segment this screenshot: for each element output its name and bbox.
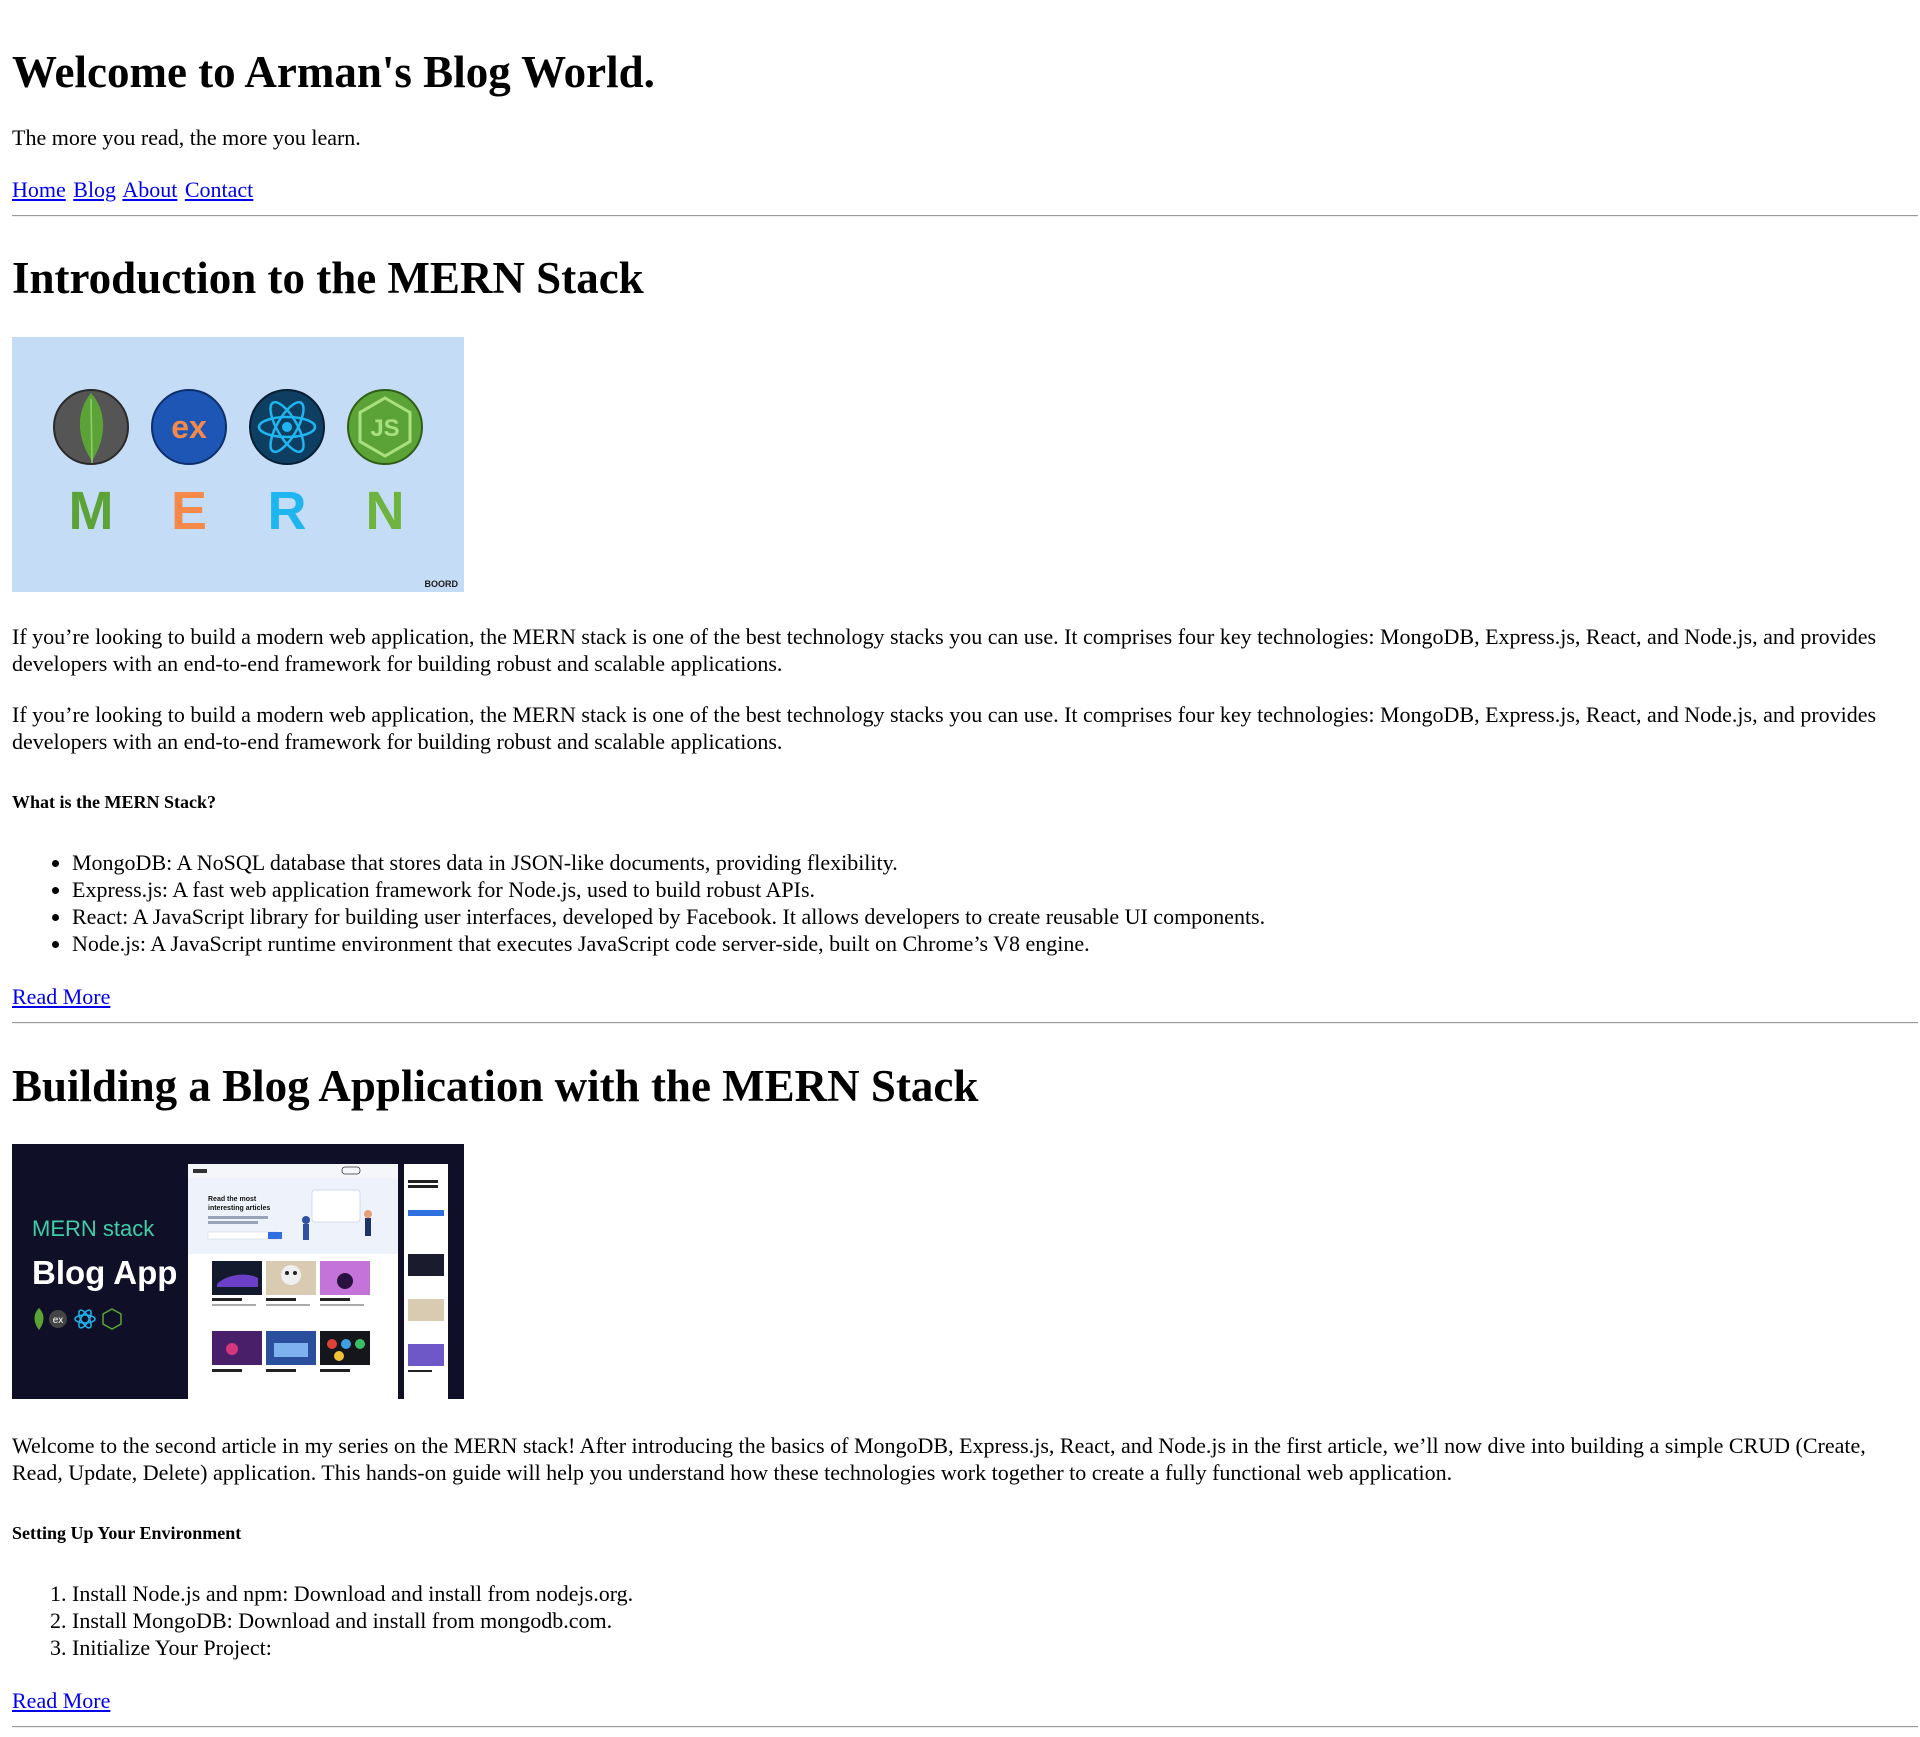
mern-stack-image: ex JS M E R N BOORD: [12, 337, 464, 592]
website-mockup: Read the most interesting articles: [188, 1164, 398, 1399]
list-item: Initialize Your Project:: [72, 1634, 1908, 1661]
divider: [12, 215, 1918, 217]
main-nav: Home Blog About Contact: [12, 176, 1908, 203]
mongodb-icon: [53, 389, 129, 465]
letter-e: E: [171, 481, 207, 541]
list-item: MongoDB: A NoSQL database that stores da…: [72, 849, 1908, 876]
post-title: Introduction to the MERN Stack: [12, 253, 644, 303]
mobile-mockup: [404, 1164, 448, 1399]
express-icon-text: ex: [171, 409, 207, 445]
svg-text:Read the most: Read the most: [208, 1196, 257, 1203]
divider: [12, 1726, 1918, 1728]
post-subheading: What is the MERN Stack?: [12, 792, 217, 812]
express-icon: ex: [151, 389, 227, 465]
site-header: Welcome to Arman's Blog World. The more …: [12, 0, 1918, 217]
nav-link-contact[interactable]: Contact: [185, 177, 253, 202]
letter-m: M: [69, 481, 114, 541]
page: Welcome to Arman's Blog World. The more …: [0, 0, 1920, 1728]
site-tagline: The more you read, the more you learn.: [12, 125, 361, 150]
post-subheading: Setting Up Your Environment: [12, 1523, 242, 1543]
react-icon: [249, 389, 325, 465]
nodejs-icon: JS: [347, 389, 423, 465]
nav-link-blog[interactable]: Blog: [73, 177, 116, 202]
nav-link-about[interactable]: About: [122, 177, 177, 202]
letter-n: N: [366, 481, 405, 541]
list-item: Express.js: A fast web application frame…: [72, 876, 1908, 903]
nodejs-icon-text: JS: [370, 415, 399, 442]
image-watermark: BOORD: [425, 579, 459, 589]
list-item: Install Node.js and npm: Download and in…: [72, 1580, 1908, 1607]
post-paragraph: If you’re looking to build a modern web …: [12, 624, 1877, 676]
post-bullet-list: MongoDB: A NoSQL database that stores da…: [12, 849, 1908, 957]
nav-link-home[interactable]: Home: [12, 177, 66, 202]
svg-text:interesting articles: interesting articles: [208, 1205, 270, 1212]
blog-post-2: Building a Blog Application with the MER…: [12, 1060, 1918, 1728]
list-item: Node.js: A JavaScript runtime environmen…: [72, 930, 1908, 957]
svg-text:ex: ex: [53, 1315, 64, 1326]
post-title: Building a Blog Application with the MER…: [12, 1061, 979, 1111]
list-item: Install MongoDB: Download and install fr…: [72, 1607, 1908, 1634]
blog-app-image: MERN stack Blog App ex Read the most int…: [12, 1144, 464, 1399]
read-more-link[interactable]: Read More: [12, 1687, 110, 1714]
image-caption-line2: Blog App: [32, 1254, 177, 1291]
blog-post-1: Introduction to the MERN Stack ex JS M E…: [12, 252, 1918, 1024]
post-paragraph: If you’re looking to build a modern web …: [12, 702, 1877, 754]
list-item: React: A JavaScript library for building…: [72, 903, 1908, 930]
post-numbered-list: Install Node.js and npm: Download and in…: [12, 1580, 1908, 1661]
read-more-link[interactable]: Read More: [12, 983, 110, 1010]
image-caption-line1: MERN stack: [32, 1216, 155, 1241]
site-title: Welcome to Arman's Blog World.: [12, 47, 655, 97]
divider: [12, 1022, 1918, 1024]
letter-r: R: [268, 481, 307, 541]
post-paragraph: Welcome to the second article in my seri…: [12, 1433, 1866, 1485]
